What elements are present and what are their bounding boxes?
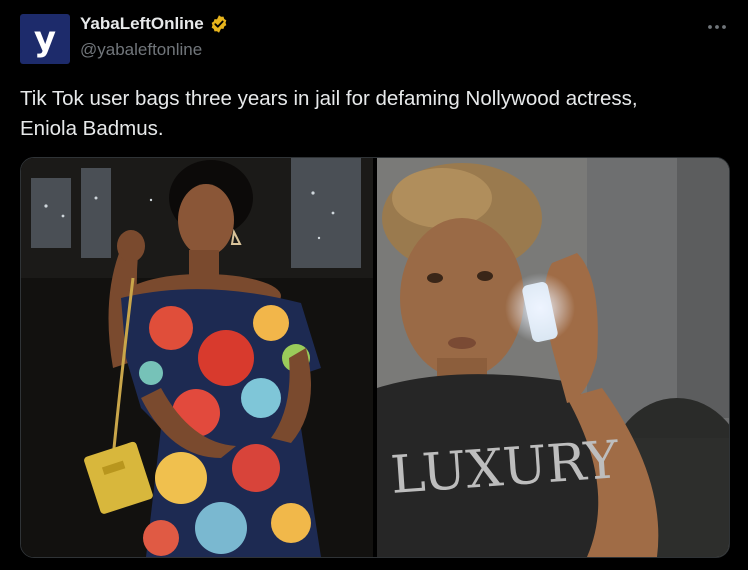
girl-phone-photo: LUXURY <box>377 158 729 557</box>
woman-floral-photo <box>21 158 373 557</box>
media-image-left[interactable] <box>21 158 373 557</box>
more-options-icon[interactable] <box>706 16 728 38</box>
author-handle[interactable]: @yabaleftonline <box>80 40 202 60</box>
avatar[interactable]: y <box>20 14 70 64</box>
avatar-letter: y <box>33 19 57 59</box>
verified-badge-icon <box>209 14 229 34</box>
author-display-name[interactable]: YabaLeftOnline <box>80 14 204 34</box>
tweet-text: Tik Tok user bags three years in jail fo… <box>20 87 638 140</box>
tweet-media[interactable]: LUXURY <box>20 157 730 558</box>
author-name-row: YabaLeftOnline <box>80 14 229 34</box>
media-image-right[interactable]: LUXURY <box>377 158 729 557</box>
